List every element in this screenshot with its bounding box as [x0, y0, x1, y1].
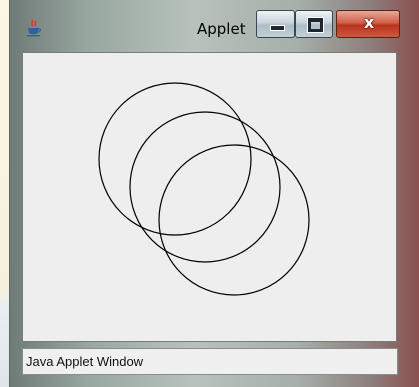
close-button[interactable]: x [336, 10, 400, 38]
drawing-canvas [98, 82, 310, 296]
maximize-icon [307, 17, 324, 33]
minimize-icon [270, 25, 285, 31]
status-text: Java Applet Window [26, 354, 144, 369]
applet-window: Applet x Java Applet Window [10, 0, 419, 387]
minimize-button[interactable] [256, 10, 295, 38]
circle-3 [158, 144, 310, 296]
status-bar: Java Applet Window [22, 348, 398, 375]
circle-2 [129, 111, 281, 263]
java-cup-icon[interactable] [25, 19, 43, 37]
circle-1 [98, 82, 252, 236]
window-title: Applet [197, 20, 246, 38]
applet-canvas-area[interactable] [22, 52, 397, 342]
window-bottom-border [10, 378, 419, 387]
title-bar[interactable]: Applet x [10, 0, 419, 44]
close-icon: x [363, 13, 375, 32]
maximize-button[interactable] [295, 10, 333, 38]
